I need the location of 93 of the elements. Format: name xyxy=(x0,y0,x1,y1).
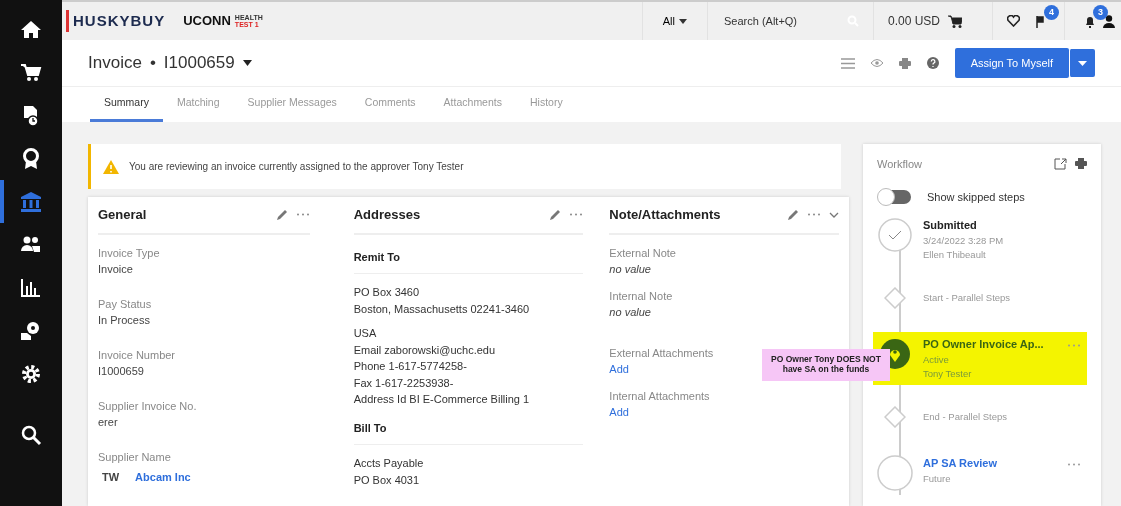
pencil-icon[interactable] xyxy=(549,208,562,221)
home-icon[interactable] xyxy=(20,18,42,41)
eye-icon[interactable] xyxy=(870,59,883,67)
field-label: Invoice Number xyxy=(98,347,176,363)
step-detail: Ellen Thibeault xyxy=(923,247,987,262)
menu-icon[interactable] xyxy=(840,57,855,69)
bar-chart-icon[interactable] xyxy=(20,276,42,299)
cart-icon[interactable] xyxy=(20,61,42,84)
field-label: External Attachments xyxy=(609,345,714,361)
step-detail: Future xyxy=(923,471,952,486)
address-line: Boston, Massachusetts 02241-3460 xyxy=(353,301,531,317)
more-icon[interactable] xyxy=(1067,462,1081,466)
step-detail: Tony Tester xyxy=(923,366,973,381)
field-value: Invoice xyxy=(98,262,134,278)
address-line: PO Box 3460 xyxy=(353,285,421,301)
dropdown-toggle[interactable] xyxy=(1069,49,1095,77)
annotation-note: PO Owner Tony DOES NOT have SA on the funds xyxy=(762,349,890,381)
step-title[interactable]: Submitted xyxy=(923,217,1081,234)
page-title: Invoice xyxy=(88,52,142,75)
cart-total[interactable]: 0.00 USD xyxy=(887,12,940,30)
tab[interactable]: History xyxy=(516,87,577,122)
flag-icon[interactable] xyxy=(1036,15,1044,28)
search-field[interactable]: Search (Alt+Q) xyxy=(721,11,847,31)
field-label: Internal Note xyxy=(609,288,673,304)
settings-icon[interactable] xyxy=(20,362,42,385)
step-title: Start - Parallel Steps xyxy=(923,290,1011,305)
pencil-icon[interactable] xyxy=(787,208,799,221)
section-title: Addresses xyxy=(353,207,422,223)
section-title: Note/Attachments xyxy=(609,207,722,223)
tab[interactable]: Comments xyxy=(350,87,430,122)
address-heading: Remit To xyxy=(353,244,584,275)
notification-badge: 3 xyxy=(1093,4,1108,21)
notification-badge: 4 xyxy=(1044,4,1059,21)
caret-icon xyxy=(1078,60,1087,66)
address-line: PO Box 4031 xyxy=(353,472,421,488)
supplier-link[interactable]: Abcam Inc xyxy=(135,469,191,486)
section-title: General xyxy=(98,207,148,223)
alert-message: You are reviewing an invoice currently assigned to the approver Tony Tester xyxy=(129,160,464,174)
field-label: Internal Attachments xyxy=(609,388,710,404)
address-heading: Bill To xyxy=(353,415,584,446)
tab[interactable]: Supplier Messages xyxy=(233,87,351,122)
field-value: erer xyxy=(98,415,119,431)
address-line: USA xyxy=(353,326,378,342)
bell-icon[interactable] xyxy=(1085,15,1095,28)
help-icon[interactable] xyxy=(926,57,939,69)
award-icon[interactable] xyxy=(20,147,42,170)
field-label: Supplier Name xyxy=(98,449,171,465)
external-link-icon[interactable] xyxy=(1054,158,1067,171)
address-line: Accts Payable xyxy=(353,456,425,472)
step-title[interactable]: PO Owner Invoice Ap... xyxy=(923,336,1057,353)
tab[interactable]: Matching xyxy=(162,87,234,122)
scope-dropdown[interactable]: All xyxy=(656,11,693,31)
search-icon[interactable] xyxy=(20,423,42,446)
tab[interactable]: Summary xyxy=(90,87,163,122)
chevron-icon[interactable] xyxy=(829,211,839,218)
warning-icon xyxy=(103,159,119,174)
field-value: In Process xyxy=(98,313,151,329)
address-line: Fax 1-617-2253938- xyxy=(353,375,455,391)
tab[interactable]: Attachments xyxy=(429,87,516,122)
assign-button[interactable]: Assign To Myself xyxy=(954,47,1069,79)
address-line: Address Id BI E-Commerce Billing 1 xyxy=(353,392,531,408)
invoice-number: I1000659 xyxy=(163,52,235,75)
heart-icon[interactable] xyxy=(1007,15,1020,27)
address-line: Phone 1-617-5774258- xyxy=(353,359,468,375)
more-icon[interactable] xyxy=(295,213,310,217)
more-icon[interactable] xyxy=(807,213,821,217)
field-label: Pay Status xyxy=(98,296,152,312)
step-title[interactable]: AP SA Review xyxy=(923,455,1057,472)
org-logo: UCONN xyxy=(183,12,231,31)
field-label: External Note xyxy=(609,245,676,261)
address-line: Email zaborowski@uchc.edu xyxy=(353,342,497,358)
panel-title: Workflow xyxy=(877,157,924,172)
step-detail: Active xyxy=(923,352,950,367)
field-value: I1000659 xyxy=(98,364,145,380)
step-detail: 3/24/2022 3:28 PM xyxy=(923,233,1005,248)
caret-icon xyxy=(678,18,687,24)
add-link[interactable]: Add xyxy=(609,404,629,421)
step-title: End - Parallel Steps xyxy=(923,409,1007,424)
supplier-initials: TW xyxy=(102,470,120,486)
cart-icon[interactable] xyxy=(948,14,962,28)
user-icon[interactable] xyxy=(1103,14,1115,28)
field-label: Invoice Type xyxy=(98,245,160,261)
field-label: Supplier Invoice No. xyxy=(98,398,197,414)
bank-icon[interactable] xyxy=(20,190,42,213)
title-separator: • xyxy=(149,52,156,75)
add-link[interactable]: Add xyxy=(609,361,629,378)
more-icon[interactable] xyxy=(569,213,584,217)
toggle-label: Show skipped steps xyxy=(927,189,1025,205)
pencil-icon[interactable] xyxy=(275,208,288,221)
caret-icon[interactable] xyxy=(242,60,252,66)
empty-value: no value xyxy=(609,262,652,278)
empty-value: no value xyxy=(609,305,652,321)
brand-logo[interactable]: HUSKYBUY xyxy=(66,9,166,33)
